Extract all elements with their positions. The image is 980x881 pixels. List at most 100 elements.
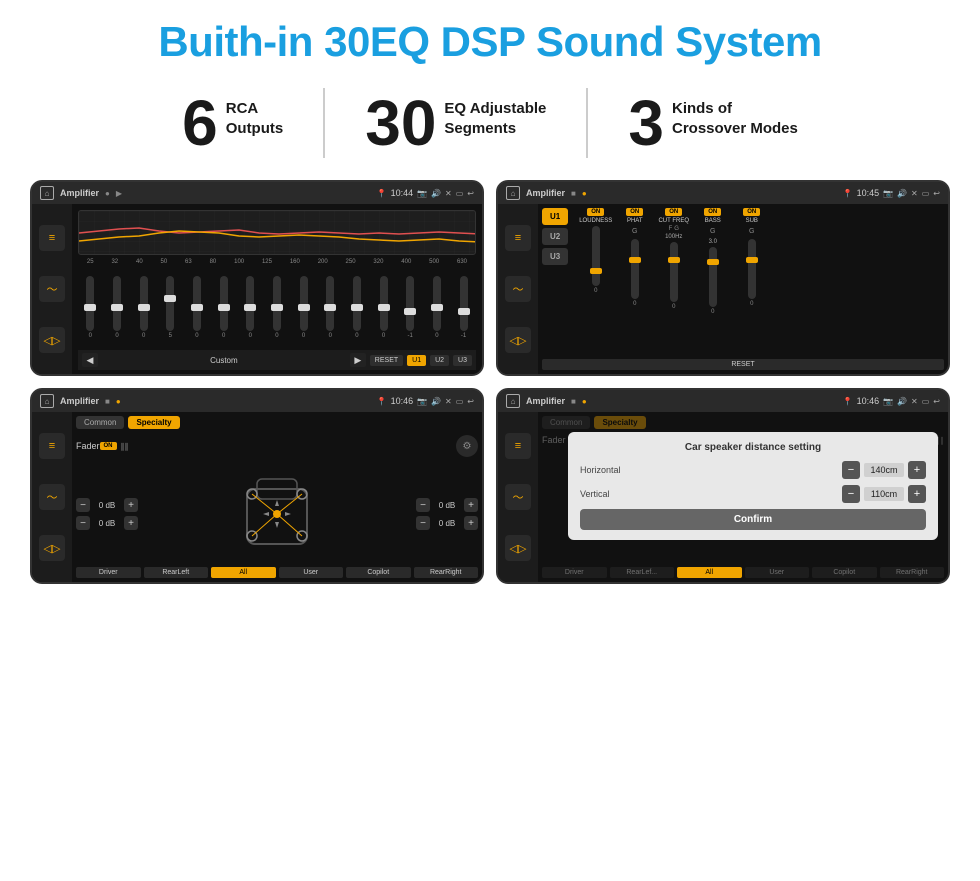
btn-driver[interactable]: Driver [76,567,141,578]
home-icon-4: ⌂ [506,394,520,408]
stat-crossover: 3 Kinds of Crossover Modes [588,91,837,155]
car-svg [237,464,317,564]
eq-sidebar-btn-3[interactable]: ◁▷ [39,327,65,353]
fader-on-badge[interactable]: ON [100,442,117,450]
vol-minus-br[interactable]: − [416,516,430,530]
eq-reset-button[interactable]: RESET [370,355,403,366]
stat-eq: 30 EQ Adjustable Segments [325,91,586,155]
fader-vol-right: − 0 dB + − 0 dB + [416,498,478,530]
eq-main-content: 25 32 40 50 63 80 100 125 160 200 250 32… [72,204,482,374]
dist-btn-copilot[interactable]: Copilot [812,567,877,578]
loudness-on-badge[interactable]: ON [587,208,604,216]
tab-specialty[interactable]: Specialty [128,416,179,429]
eq-slider-4: 0 [193,276,201,339]
screens-grid: ⌂ Amplifier ● ▶ 📍 10:44 📷 🔊 ✕ ▭ ↩ [30,180,950,584]
fader-sidebar-btn-1[interactable]: ≡ [39,433,65,459]
vol-val-tl: 0 dB [93,501,121,510]
dist-btn-driver[interactable]: Driver [542,567,607,578]
bass-on-badge[interactable]: ON [704,208,721,216]
eq-screen-body: ≡ 〜 ◁▷ [32,204,482,374]
equalizer-icon-2: ≡ [515,232,521,244]
distance-sidebar-btn-2[interactable]: 〜 [505,484,531,510]
vol-minus-tl[interactable]: − [76,498,90,512]
loudness-module: ON LOUDNESS 0 [578,208,613,356]
u2-button[interactable]: U2 [542,228,568,245]
crossover-screen-body: ≡ 〜 ◁▷ U1 U2 U3 [498,204,948,374]
btn-rearright[interactable]: RearRight [414,567,479,578]
eq-sidebar-btn-1[interactable]: ≡ [39,225,65,251]
vol-plus-br[interactable]: + [464,516,478,530]
dist-btn-rearleft[interactable]: RearLef... [610,567,675,578]
cut-freq-slider[interactable] [670,242,678,302]
cut-freq-module: ON CUT FREQ FG 100Hz 0 [656,208,691,356]
equalizer-icon: ≡ [49,232,55,244]
u1-button[interactable]: U1 [542,208,568,225]
fader-tabs: Common Specialty [76,416,478,429]
crossover-sidebar-btn-3[interactable]: ◁▷ [505,327,531,353]
distance-sidebar-btn-3[interactable]: ◁▷ [505,535,531,561]
horizontal-minus-btn[interactable]: − [842,461,860,479]
phat-slider[interactable] [631,239,639,299]
eq-bottom-bar: ◀ Custom ▶ RESET U1 U2 U3 [78,350,476,370]
eq-u3-button[interactable]: U3 [453,355,472,366]
sub-on-badge[interactable]: ON [743,208,760,216]
sub-label: SUB [746,218,758,224]
crossover-sidebar-btn-1[interactable]: ≡ [505,225,531,251]
bass-label: BASS [705,218,721,224]
vol-val-br: 0 dB [433,519,461,528]
eq-prev-button[interactable]: ◀ [82,353,98,367]
distance-sidebar-btn-1[interactable]: ≡ [505,433,531,459]
crossover-main-content: U1 U2 U3 ON LOUDNESS [538,204,948,374]
eq-u1-button[interactable]: U1 [407,355,426,366]
dist-btn-user[interactable]: User [745,567,810,578]
loudness-slider[interactable] [592,226,600,286]
stat-number-6: 6 [182,91,218,155]
u3-button[interactable]: U3 [542,248,568,265]
distance-screen: ⌂ Amplifier ■ ● 📍 10:46 📷 🔊 ✕ ▭ ↩ [496,388,950,584]
confirm-button[interactable]: Confirm [580,509,926,530]
btn-copilot[interactable]: Copilot [346,567,411,578]
vertical-minus-btn[interactable]: − [842,485,860,503]
phat-on-badge[interactable]: ON [626,208,643,216]
btn-all[interactable]: All [211,567,276,578]
fader-status-bar: ⌂ Amplifier ■ ● 📍 10:46 📷 🔊 ✕ ▭ ↩ [32,390,482,412]
eq-slider-14: -1 [460,276,468,339]
btn-user[interactable]: User [279,567,344,578]
crossover-reset-button[interactable]: RESET [542,359,944,370]
phat-label: PHAT [627,218,643,224]
fader-sidebar-btn-3[interactable]: ◁▷ [39,535,65,561]
wave-icon: 〜 [47,281,58,297]
horizontal-plus-btn[interactable]: + [908,461,926,479]
fader-screen: ⌂ Amplifier ■ ● 📍 10:46 📷 🔊 ✕ ▭ ↩ [30,388,484,584]
car-diagram [144,464,410,564]
fader-sidebar-btn-2[interactable]: 〜 [39,484,65,510]
crossover-status-bar: ⌂ Amplifier ■ ● 📍 10:45 📷 🔊 ✕ ▭ ↩ [498,182,948,204]
bass-slider[interactable] [709,247,717,307]
vol-plus-tl[interactable]: + [124,498,138,512]
crossover-sidebar-btn-2[interactable]: 〜 [505,276,531,302]
eq-sidebar-btn-2[interactable]: 〜 [39,276,65,302]
dist-btn-rearright[interactable]: RearRight [880,567,945,578]
eq-u2-button[interactable]: U2 [430,355,449,366]
distance-screen-title: Amplifier [526,396,565,406]
vol-plus-bl[interactable]: + [124,516,138,530]
distance-tab-specialty: Specialty [594,416,645,429]
btn-rearleft[interactable]: RearLeft [144,567,209,578]
main-title: Buith-in 30EQ DSP Sound System [158,18,821,66]
fader-settings-btn[interactable]: ⚙ [456,435,478,457]
vol-minus-bl[interactable]: − [76,516,90,530]
vertical-plus-btn[interactable]: + [908,485,926,503]
cut-freq-on-badge[interactable]: ON [665,208,682,216]
eq-graph [78,210,476,255]
dist-btn-all[interactable]: All [677,567,742,578]
vol-plus-tr[interactable]: + [464,498,478,512]
sub-slider[interactable] [748,239,756,299]
crossover-time: 10:45 [857,188,880,198]
loudness-label: LOUDNESS [579,218,612,224]
tab-common[interactable]: Common [76,416,124,429]
vol-minus-tr[interactable]: − [416,498,430,512]
eq-next-button[interactable]: ▶ [350,353,366,367]
eq-slider-13: 0 [433,276,441,339]
eq-slider-8: 0 [300,276,308,339]
vol-row-bl: − 0 dB + [76,516,138,530]
